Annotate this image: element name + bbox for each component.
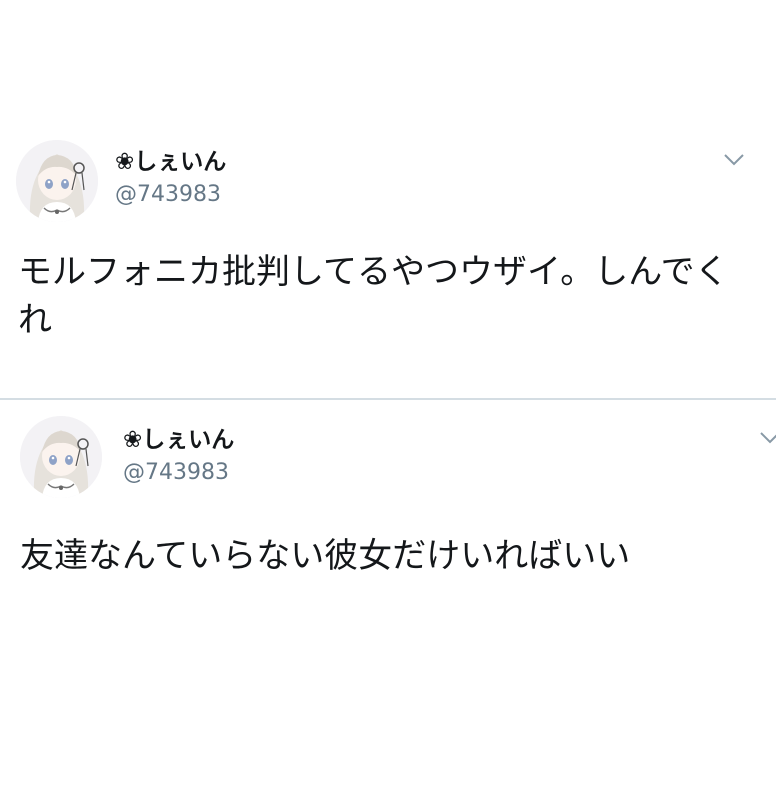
tweet-text: モルフォニカ批判してるやつウザイ。しんでくれ	[18, 252, 729, 340]
tweet[interactable]: ❀しぇいん @743983 友達なんていらない彼女だけいればいい	[0, 412, 776, 800]
avatar-anime-girl-icon	[20, 416, 102, 498]
tweet-text: 友達なんていらない彼女だけいればいい	[20, 536, 631, 576]
user-handle[interactable]: @743983	[115, 182, 221, 208]
chevron-down-icon[interactable]	[758, 430, 776, 446]
tweet-divider	[0, 398, 776, 400]
tweet[interactable]: ❀しぇいん @743983 モルフォニカ批判してるやつウザイ。しんでくれ	[0, 138, 776, 400]
display-name[interactable]: ❀しぇいん	[115, 148, 226, 176]
avatar[interactable]	[16, 140, 98, 222]
chevron-down-icon[interactable]	[722, 152, 746, 168]
avatar[interactable]	[20, 416, 102, 498]
avatar-anime-girl-icon	[16, 140, 98, 222]
display-name[interactable]: ❀しぇいん	[123, 426, 234, 454]
user-handle[interactable]: @743983	[123, 460, 229, 486]
